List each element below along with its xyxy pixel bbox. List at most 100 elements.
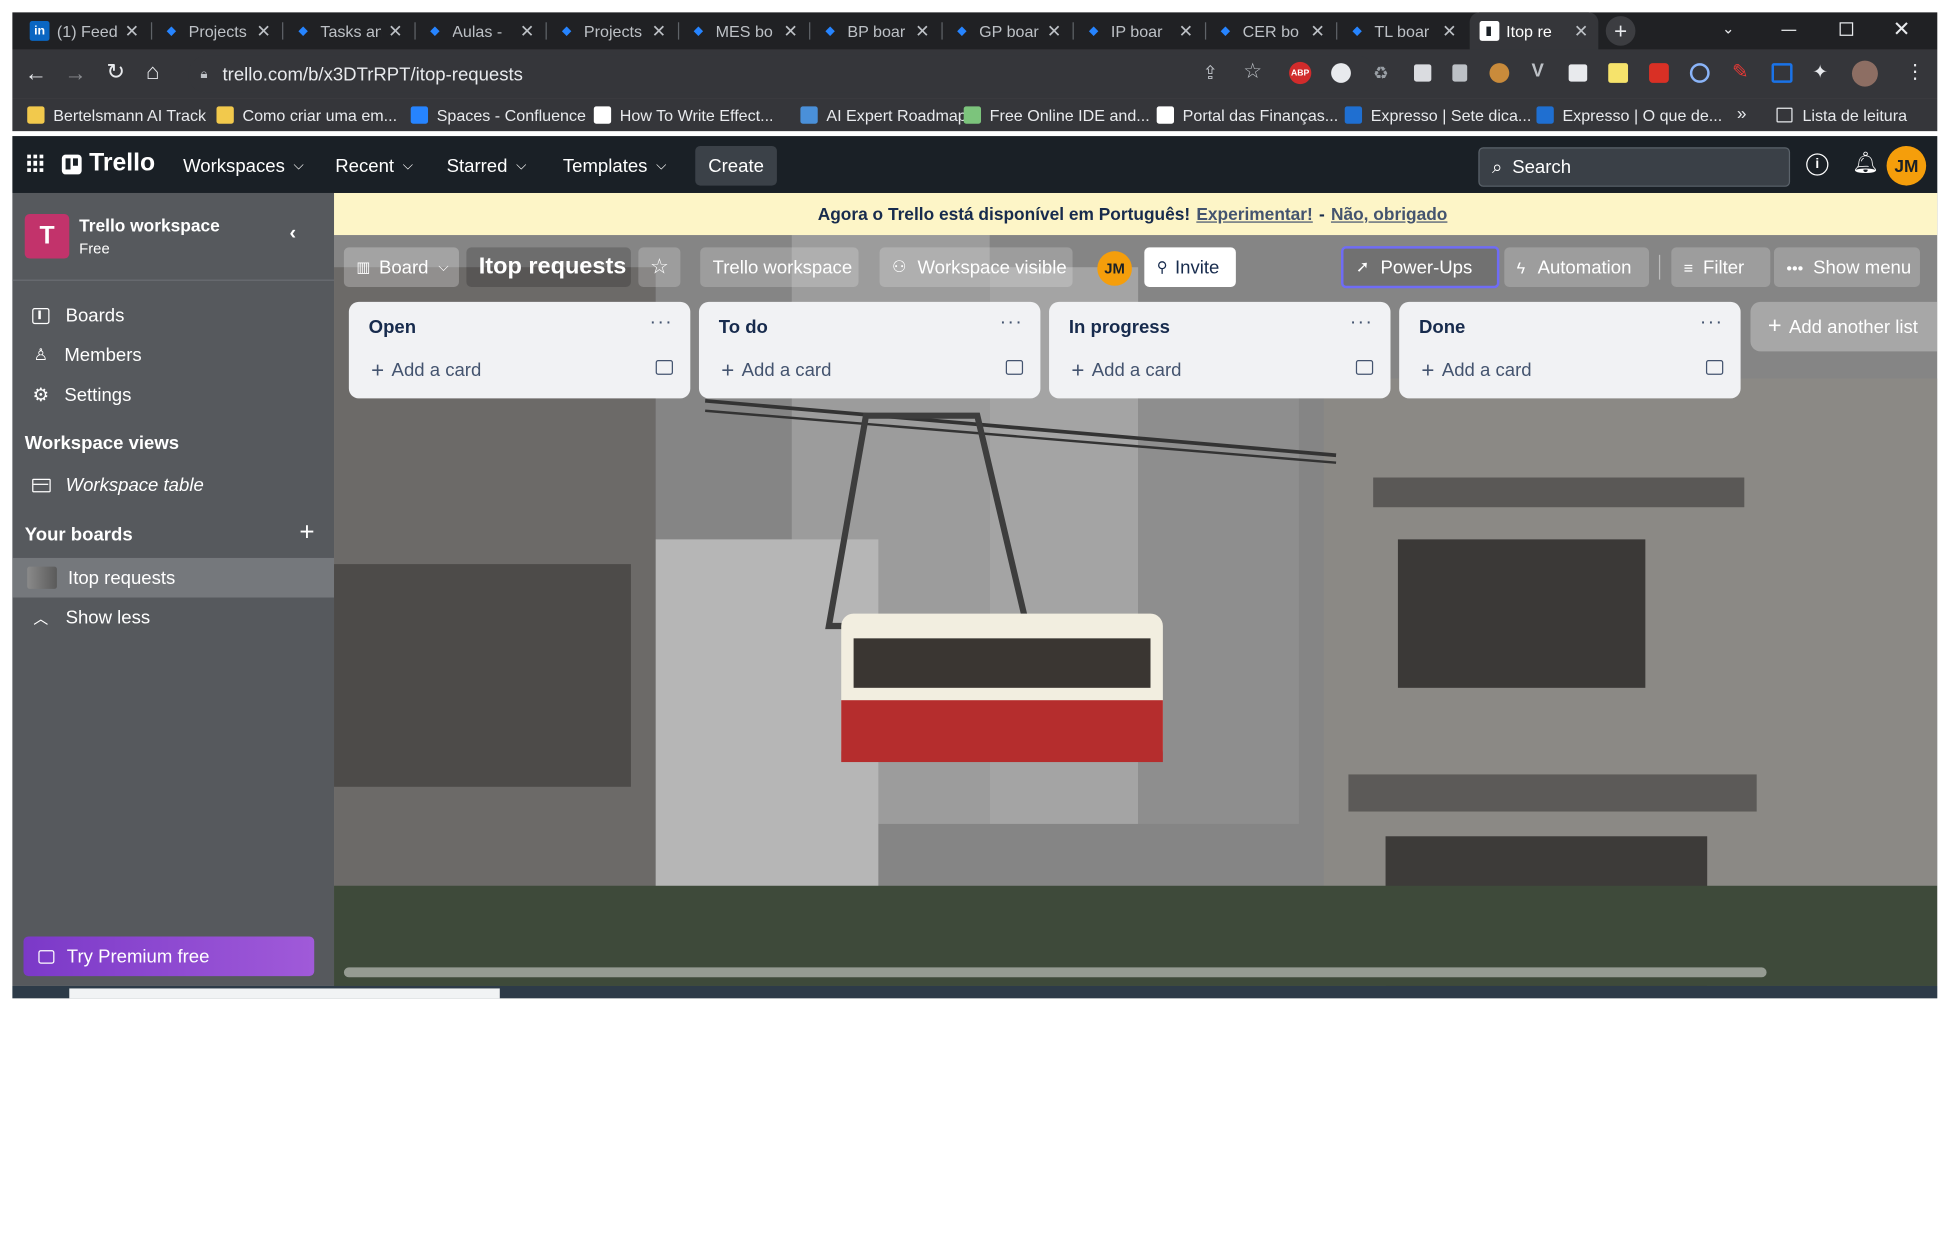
show-less-button[interactable]: ︿ Show less <box>12 598 334 638</box>
nav-recent[interactable]: Recent ⌵ <box>335 148 413 183</box>
close-tab-icon[interactable]: ✕ <box>388 20 403 41</box>
browser-tab[interactable]: ◆ BP boar ✕ <box>810 12 939 49</box>
chrome-menu-icon[interactable]: ⋮ <box>1905 59 1925 84</box>
home-icon[interactable]: ⌂ <box>146 59 159 85</box>
close-tab-icon[interactable]: ✕ <box>1574 20 1589 41</box>
sidebar-item-boards[interactable]: Boards <box>12 296 334 336</box>
try-premium-button[interactable]: Try Premium free <box>23 936 315 977</box>
browser-tab[interactable]: in (1) Feed ✕ <box>20 12 149 49</box>
browser-tab[interactable]: ◆ Projects ✕ <box>547 12 676 49</box>
browser-tab[interactable]: ◆ Aulas - ✕ <box>415 12 544 49</box>
extension-icon[interactable] <box>1771 63 1793 83</box>
info-icon[interactable]: i <box>1806 153 1829 176</box>
card-template-icon[interactable] <box>1355 359 1374 375</box>
board-title[interactable]: Itop requests <box>466 247 631 288</box>
adblock-extension-icon[interactable]: ABP <box>1289 61 1312 85</box>
workspace-tile[interactable]: T <box>24 214 70 259</box>
browser-tab[interactable]: ◆ IP boar ✕ <box>1074 12 1203 49</box>
add-card-button[interactable]: + Add a card <box>371 358 481 384</box>
minimize-icon[interactable] <box>1781 29 1797 31</box>
browser-tab[interactable]: ◆ TL boar ✕ <box>1337 12 1466 49</box>
show-menu-button[interactable]: ••• Show menu <box>1774 247 1920 288</box>
close-tab-icon[interactable]: ✕ <box>1179 20 1194 41</box>
bookmark-item[interactable]: Expresso | O que de... <box>1536 104 1722 126</box>
list-title[interactable]: Done <box>1419 317 1465 338</box>
workspace-button[interactable]: Trello workspace <box>700 247 859 288</box>
bookmark-item[interactable]: AI Expert Roadmap <box>800 104 967 126</box>
list-menu-icon[interactable]: ··· <box>1700 312 1723 334</box>
search-input[interactable]: ⌕ Search <box>1478 147 1791 187</box>
close-tab-icon[interactable]: ✕ <box>256 20 271 41</box>
bookmark-item[interactable]: Spaces - Confluence <box>410 104 586 126</box>
close-tab-icon[interactable]: ✕ <box>915 20 930 41</box>
workspace-name[interactable]: Trello workspace <box>79 215 220 235</box>
nav-workspaces[interactable]: Workspaces ⌵ <box>183 148 304 183</box>
profile-avatar[interactable] <box>1851 60 1878 87</box>
close-window-icon[interactable]: ✕ <box>1893 17 1911 42</box>
pen-extension-icon[interactable]: ✎ <box>1732 59 1749 84</box>
member-avatar[interactable]: JM <box>1097 251 1132 286</box>
filter-button[interactable]: ≡ Filter <box>1671 247 1771 288</box>
automation-button[interactable]: ϟ Automation <box>1504 247 1650 288</box>
close-tab-icon[interactable]: ✕ <box>125 20 140 41</box>
close-tab-icon[interactable]: ✕ <box>520 20 535 41</box>
extension-icon[interactable]: ♻ <box>1373 63 1393 83</box>
cookie-extension-icon[interactable] <box>1489 63 1510 83</box>
browser-tab[interactable]: ◆ CER bo ✕ <box>1206 12 1335 49</box>
banner-dismiss-link[interactable]: Não, obrigado <box>1331 204 1447 224</box>
nav-templates[interactable]: Templates ⌵ <box>563 148 667 183</box>
bookmark-item[interactable]: Portal das Finanças... <box>1156 104 1338 126</box>
browser-tab[interactable]: ◆ MES bo ✕ <box>679 12 808 49</box>
list-menu-icon[interactable]: ··· <box>1350 312 1373 334</box>
tab-search-icon[interactable]: ⌄ <box>1722 20 1734 37</box>
star-board-icon[interactable]: ☆ <box>638 247 681 288</box>
close-tab-icon[interactable]: ✕ <box>652 20 667 41</box>
close-tab-icon[interactable]: ✕ <box>1442 20 1457 41</box>
create-button[interactable]: Create <box>695 145 777 186</box>
browser-tab[interactable]: ◆ Tasks and ✕ <box>283 12 412 49</box>
visibility-button[interactable]: ⚇ Workspace visible <box>879 247 1073 288</box>
sidebar-item-workspace-table[interactable]: Workspace table <box>12 465 334 505</box>
bookmark-item[interactable]: How To Write Effect... <box>593 104 774 126</box>
vue-extension-icon[interactable]: V <box>1532 61 1544 82</box>
banner-try-link[interactable]: Experimentar! <box>1196 204 1312 224</box>
add-card-button[interactable]: + Add a card <box>1071 358 1181 384</box>
bookmark-item[interactable]: Bertelsmann AI Track <box>27 104 206 126</box>
list-title[interactable]: To do <box>719 317 768 338</box>
url-field[interactable]: 🔒︎ trello.com/b/x3DTrRPT/itop-requests <box>188 55 1376 93</box>
close-tab-icon[interactable]: ✕ <box>1047 20 1062 41</box>
card-template-icon[interactable] <box>1705 359 1724 375</box>
member-avatar[interactable]: JM <box>1886 145 1927 186</box>
bookmarks-overflow[interactable]: » <box>1737 103 1747 123</box>
nav-starred[interactable]: Starred ⌵ <box>447 148 527 183</box>
sidebar-item-itop-requests[interactable]: Itop requests <box>12 557 335 598</box>
notifications-bell-icon[interactable]: 🔔︎ <box>1852 151 1879 176</box>
close-tab-icon[interactable]: ✕ <box>1310 20 1325 41</box>
close-tab-icon[interactable]: ✕ <box>783 20 798 41</box>
list-title[interactable]: In progress <box>1069 317 1170 338</box>
card-template-icon[interactable] <box>655 359 673 375</box>
extension-icon[interactable] <box>1331 63 1351 83</box>
extension-icon[interactable] <box>1649 63 1669 83</box>
back-icon[interactable]: ← <box>25 61 47 87</box>
sidebar-item-members[interactable]: ♙ Members <box>12 335 334 375</box>
extension-icon[interactable] <box>1689 63 1710 83</box>
add-card-button[interactable]: + Add a card <box>721 358 831 384</box>
app-switcher-icon[interactable] <box>27 154 44 172</box>
sidebar-item-settings[interactable]: ⚙ Settings <box>12 375 334 415</box>
list-menu-icon[interactable]: ··· <box>1000 312 1023 334</box>
collapse-sidebar-icon[interactable]: ‹ <box>289 223 296 245</box>
share-icon[interactable]: ⇪ <box>1202 62 1218 84</box>
board-horizontal-scrollbar[interactable] <box>343 967 1767 978</box>
trello-logo[interactable]: Trello <box>61 150 155 178</box>
invite-button[interactable]: ⚲ Invite <box>1144 247 1236 288</box>
extension-icon[interactable] <box>1452 64 1468 82</box>
list-menu-icon[interactable]: ··· <box>649 312 672 334</box>
restore-icon[interactable] <box>1839 22 1854 36</box>
extension-icon[interactable] <box>1568 64 1588 82</box>
powerups-button[interactable]: ➚ Power-Ups <box>1341 246 1500 289</box>
extension-icon[interactable] <box>1414 64 1432 82</box>
new-tab-button[interactable]: + <box>1605 16 1636 46</box>
reading-list[interactable]: Lista de leitura <box>1776 104 1907 126</box>
browser-tab[interactable]: ◆ GP boar ✕ <box>942 12 1071 49</box>
